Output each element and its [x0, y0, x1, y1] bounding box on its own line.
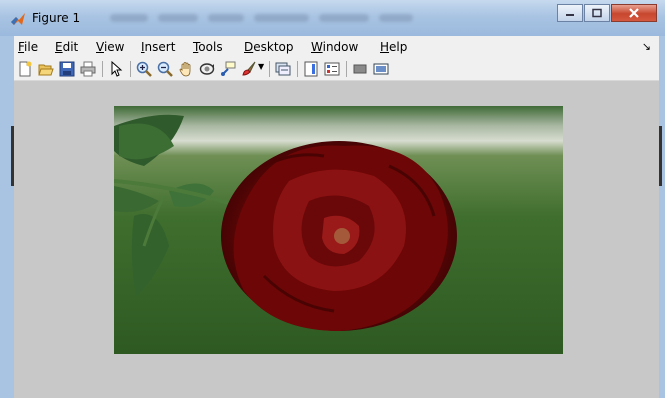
pan-hand-icon[interactable] — [178, 61, 194, 77]
menu-insert[interactable]: Insert — [141, 40, 175, 54]
window-controls — [557, 4, 657, 22]
menu-bar: File Edit View Insert Tools Desktop Wind… — [14, 36, 659, 58]
window-title: Figure 1 — [32, 11, 81, 25]
open-file-icon[interactable] — [38, 61, 54, 77]
data-cursor-icon[interactable] — [220, 61, 236, 77]
matlab-logo-icon — [11, 13, 25, 25]
close-button[interactable] — [611, 4, 657, 22]
toolbar-separator — [102, 61, 103, 77]
legend-icon[interactable] — [324, 61, 340, 77]
window-left-border — [0, 36, 14, 398]
select-arrow-icon[interactable] — [108, 61, 124, 77]
minimize-button[interactable] — [557, 4, 583, 22]
colorbar-icon[interactable] — [303, 61, 319, 77]
save-icon[interactable] — [59, 61, 75, 77]
zoom-out-icon[interactable] — [157, 61, 173, 77]
minimize-icon — [566, 14, 574, 16]
maximize-icon — [592, 8, 602, 18]
rose-image[interactable] — [114, 106, 563, 354]
figure-window: Figure 1 File Edit View Insert Tools Des… — [0, 0, 665, 398]
menu-view[interactable]: View — [96, 40, 124, 54]
menu-overflow-arrow[interactable]: ↘ — [642, 40, 651, 53]
maximize-button[interactable] — [584, 4, 610, 22]
menu-window[interactable]: Window — [311, 40, 358, 54]
brush-icon[interactable] — [241, 61, 257, 77]
toolbar-separator — [346, 61, 347, 77]
window-right-border — [659, 36, 665, 398]
link-icon[interactable] — [275, 61, 291, 77]
menu-file[interactable]: File — [18, 40, 38, 54]
hide-plot-tools-icon[interactable] — [352, 61, 368, 77]
print-icon[interactable] — [80, 61, 96, 77]
show-plot-tools-icon[interactable] — [373, 61, 389, 77]
brush-dropdown-arrow[interactable]: ▼ — [258, 62, 264, 71]
new-figure-icon[interactable] — [17, 61, 33, 77]
menu-help[interactable]: Help — [380, 40, 407, 54]
close-icon — [629, 8, 639, 18]
menu-desktop[interactable]: Desktop — [244, 40, 294, 54]
menu-edit[interactable]: Edit — [55, 40, 78, 54]
toolbar-separator — [269, 61, 270, 77]
zoom-in-icon[interactable] — [136, 61, 152, 77]
title-bar[interactable]: Figure 1 — [0, 0, 665, 36]
blurred-title-region — [110, 14, 420, 22]
rotate-3d-icon[interactable] — [199, 61, 215, 77]
toolbar-separator — [297, 61, 298, 77]
menu-tools[interactable]: Tools — [193, 40, 223, 54]
figure-toolbar: ▼ — [14, 58, 659, 81]
toolbar-separator — [130, 61, 131, 77]
